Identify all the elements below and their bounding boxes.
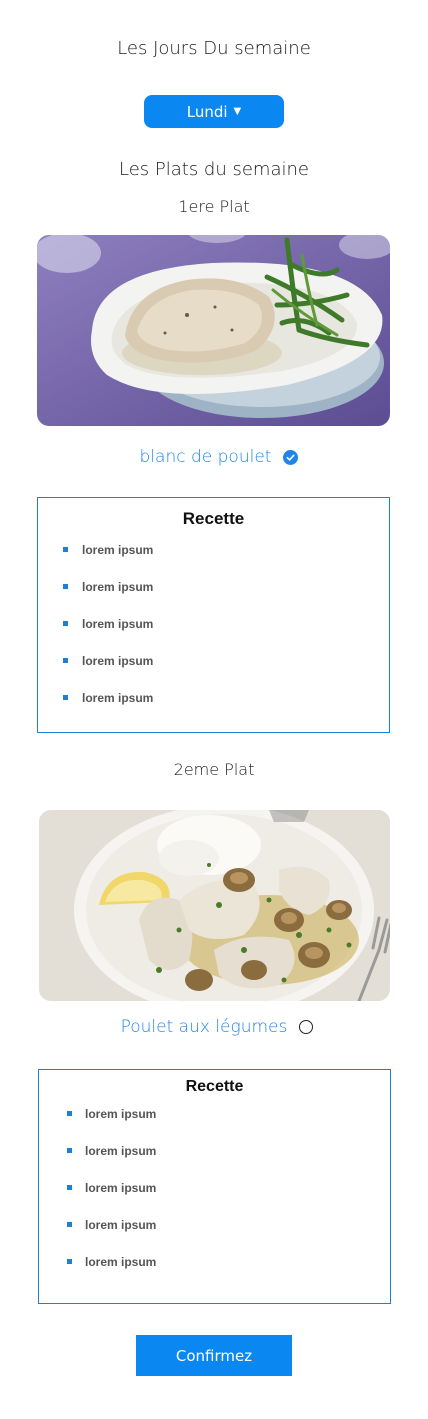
day-dropdown-label: Lundi <box>186 102 228 121</box>
page-title: Les Jours Du semaine <box>117 38 311 59</box>
bullet-icon <box>67 1148 72 1153</box>
recipe-title: Recette <box>182 509 245 528</box>
recipe-item-text: lorem ipsum <box>85 1255 157 1269</box>
bullet-icon <box>67 1185 72 1190</box>
bullet-icon <box>67 1111 72 1116</box>
recipe-item-text: lorem ipsum <box>82 617 154 631</box>
recipe-item-text: lorem ipsum <box>85 1144 157 1158</box>
plat-2-recipe-box: Recette lorem ipsum lorem ipsum lorem ip… <box>38 1069 391 1304</box>
recipe-item: lorem ipsum <box>38 569 389 606</box>
bullet-icon <box>63 695 68 700</box>
recipe-item: lorem ipsum <box>39 1170 390 1207</box>
recipe-item-text: lorem ipsum <box>85 1181 157 1195</box>
confirm-button[interactable]: Confirmez <box>136 1335 292 1376</box>
radio-empty-icon <box>299 1020 314 1034</box>
recipe-item-text: lorem ipsum <box>85 1218 157 1232</box>
recipe-item-text: lorem ipsum <box>82 654 154 668</box>
recipe-list: lorem ipsum lorem ipsum lorem ipsum lore… <box>39 1096 390 1281</box>
recipe-item-text: lorem ipsum <box>82 691 154 705</box>
plat-2-heading: 2eme Plat <box>173 760 255 779</box>
plat-1-select-option[interactable]: blanc de poulet <box>0 447 428 467</box>
recipe-list: lorem ipsum lorem ipsum lorem ipsum lore… <box>38 532 389 717</box>
recipe-item: lorem ipsum <box>39 1207 390 1244</box>
plat-1-recipe-box: Recette lorem ipsum lorem ipsum lorem ip… <box>37 497 390 733</box>
recipe-item: lorem ipsum <box>38 643 389 680</box>
recipe-title: Recette <box>185 1078 244 1095</box>
plat-1-heading: 1ere Plat <box>178 197 250 216</box>
recipe-item: lorem ipsum <box>39 1096 390 1133</box>
day-dropdown-button[interactable]: Lundi ▼ <box>144 95 284 128</box>
caret-down-icon: ▼ <box>233 105 242 117</box>
recipe-item: lorem ipsum <box>39 1244 390 1281</box>
check-circle-icon <box>283 449 299 465</box>
recipe-item-text: lorem ipsum <box>82 543 154 557</box>
plat-2-select-option[interactable]: Poulet aux légumes <box>0 1017 428 1037</box>
plat-2-photo <box>39 810 390 1001</box>
bullet-icon <box>67 1259 72 1264</box>
bullet-icon <box>63 547 68 552</box>
recipe-item: lorem ipsum <box>38 680 389 717</box>
bullet-icon <box>67 1222 72 1227</box>
bullet-icon <box>63 658 68 663</box>
recipe-item: lorem ipsum <box>39 1133 390 1170</box>
plat-1-photo <box>37 235 390 426</box>
plat-2-name: Poulet aux légumes <box>120 1017 288 1037</box>
recipe-item: lorem ipsum <box>38 532 389 569</box>
dishes-section-title: Les Plats du semaine <box>119 159 309 180</box>
bullet-icon <box>63 621 68 626</box>
plat-1-name: blanc de poulet <box>139 447 272 467</box>
recipe-item-text: lorem ipsum <box>85 1107 157 1121</box>
bullet-icon <box>63 584 68 589</box>
recipe-item-text: lorem ipsum <box>82 580 154 594</box>
recipe-item: lorem ipsum <box>38 606 389 643</box>
